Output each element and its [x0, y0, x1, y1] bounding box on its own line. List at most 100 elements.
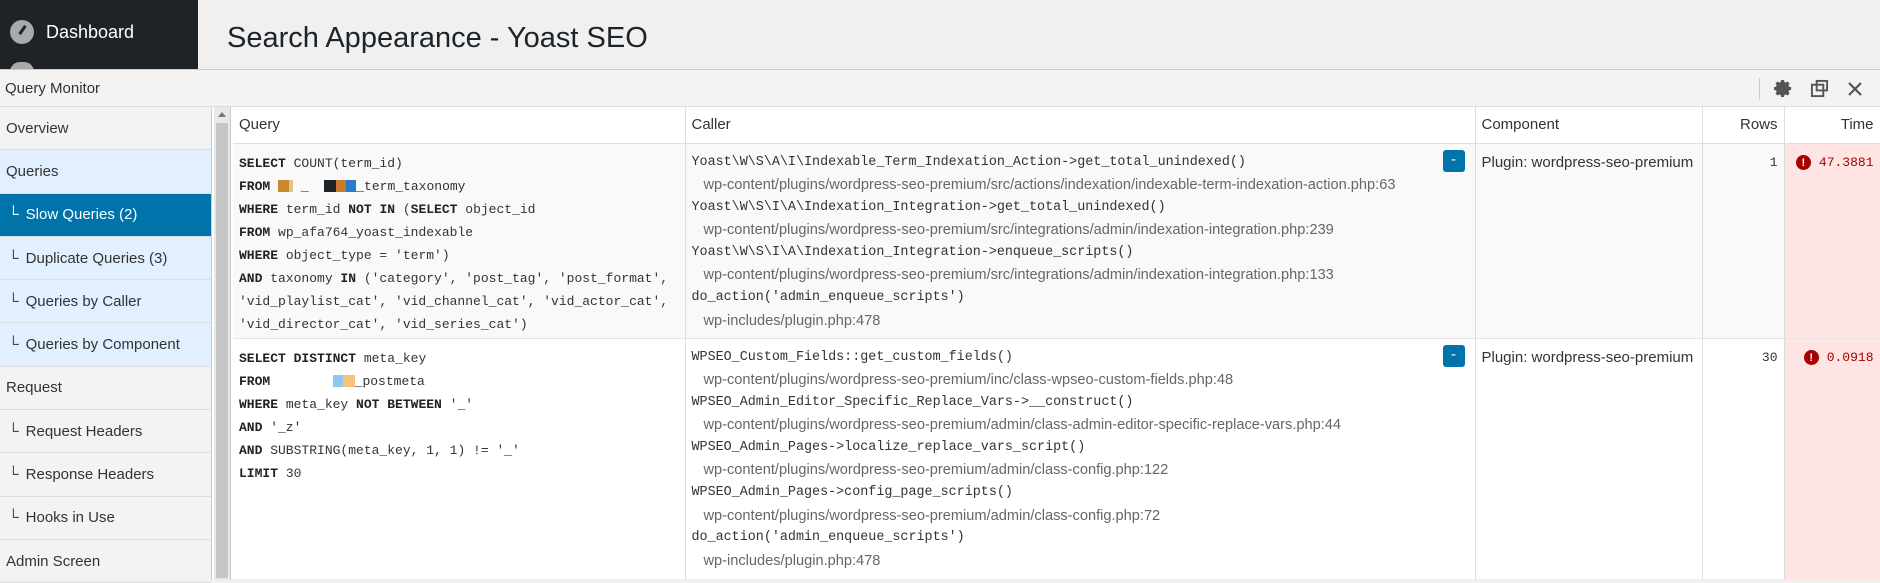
qm-title-bar: Query Monitor	[0, 70, 1880, 107]
redacted-block	[342, 375, 355, 388]
component-cell: Plugin: wordpress-seo-premium	[1475, 143, 1703, 339]
component-label: Plugin: wordpress-seo-premium	[1481, 153, 1694, 171]
nav-item-label: Response Headers	[25, 466, 155, 484]
toggle-caller-button[interactable]: -	[1442, 149, 1465, 172]
column-header-time[interactable]: Time	[1784, 107, 1880, 144]
nav-item-label: Request	[6, 379, 62, 397]
tree-branch-icon: └	[8, 336, 19, 354]
nav-item-admin-screen[interactable]: Admin Screen	[0, 540, 211, 583]
dashboard-icon	[10, 20, 34, 44]
time-cell: ! 0.0918	[1784, 338, 1880, 580]
component-label: Plugin: wordpress-seo-premium	[1481, 348, 1694, 366]
qm-controls	[1759, 70, 1880, 107]
caller-file-link[interactable]: wp-content/plugins/wordpress-seo-premium…	[692, 505, 1469, 528]
column-header-query[interactable]: Query	[233, 107, 686, 144]
nav-item-request[interactable]: Request	[0, 367, 211, 411]
time-value: 0.0918	[1826, 349, 1874, 365]
tree-branch-icon: └	[8, 292, 19, 310]
warning-icon: !	[1803, 350, 1819, 365]
nav-item-label: Admin Screen	[6, 552, 101, 570]
sql-line: AND '_z'	[239, 419, 302, 435]
sidebar-item-label: Dashboard	[46, 21, 135, 42]
nav-item-label: Duplicate Queries (3)	[25, 249, 168, 267]
page-title: Search Appearance - Yoast SEO	[227, 22, 648, 54]
wp-admin-header: Dashboard Search Appearance - Yoast SEO	[0, 0, 1880, 72]
toggle-caller-button[interactable]: -	[1442, 344, 1465, 367]
nav-item-slow-queries-2[interactable]: └ Slow Queries (2)	[0, 193, 211, 237]
sql-line: SELECT DISTINCT meta_key	[239, 350, 427, 366]
tree-branch-icon: └	[8, 249, 19, 267]
nav-item-label: Hooks in Use	[25, 509, 115, 527]
qm-nav: Overview Queries └ Slow Queries (2) └ Duplica…	[0, 107, 212, 583]
nav-item-queries-by-component[interactable]: └ Queries by Component	[0, 323, 211, 367]
tree-branch-icon: └	[8, 466, 19, 484]
query-monitor-panel: Query Monitor Overview Queries └ Slow Queri…	[0, 69, 1880, 583]
caller-file-link[interactable]: wp-includes/plugin.php:478	[692, 310, 1469, 333]
caller-function: Yoast\W\S\A\I\Indexable_Term_Indexation_…	[691, 154, 1246, 170]
caller-function: WPSEO_Admin_Pages->config_page_scripts()	[691, 485, 1013, 501]
redacted-block	[332, 375, 343, 388]
caller-cell: WPSEO_Custom_Fields::get_custom_fields()…	[685, 338, 1476, 580]
sql-line: WHERE meta_key NOT BETWEEN '_'	[239, 396, 474, 412]
nav-item-request-headers[interactable]: └ Request Headers	[0, 410, 211, 454]
caller-cell: Yoast\W\S\A\I\Indexable_Term_Indexation_…	[685, 143, 1476, 339]
sql-line: AND taxonomy IN ('category', 'post_tag',…	[239, 270, 676, 332]
nav-item-label: Queries	[6, 162, 59, 180]
tree-branch-icon: └	[8, 422, 19, 440]
sql-line: FROM _postmeta	[239, 373, 425, 389]
wp-admin-sidebar: Dashboard	[0, 0, 198, 72]
column-header-component[interactable]: Component	[1475, 107, 1703, 144]
caller-file-link[interactable]: wp-content/plugins/wordpress-seo-premium…	[692, 369, 1469, 392]
gear-icon[interactable]	[1772, 78, 1794, 100]
caller-stack: WPSEO_Custom_Fields::get_custom_fields()…	[692, 347, 1469, 573]
redacted-block	[346, 180, 357, 193]
warning-icon: !	[1795, 155, 1811, 170]
nav-item-response-headers[interactable]: └ Response Headers	[0, 453, 211, 497]
nav-item-label: Queries by Component	[25, 336, 180, 354]
component-cell: Plugin: wordpress-seo-premium	[1475, 338, 1703, 580]
caller-file-link[interactable]: wp-includes/plugin.php:478	[692, 550, 1469, 573]
redacted-block	[278, 180, 290, 193]
tree-branch-icon: └	[8, 206, 19, 224]
qm-title: Query Monitor	[5, 80, 101, 97]
scrollbar[interactable]	[214, 107, 231, 580]
query-cell: SELECT COUNT(term_id) FROM _ _term_taxon…	[233, 143, 686, 339]
column-header-rows[interactable]: Rows	[1702, 107, 1785, 144]
close-icon[interactable]	[1844, 78, 1866, 100]
nav-item-queries-by-caller[interactable]: └ Queries by Caller	[0, 280, 211, 324]
rows-value: 30	[1761, 349, 1778, 365]
nav-item-duplicate-queries-3[interactable]: └ Duplicate Queries (3)	[0, 236, 211, 281]
nav-item-label: Overview	[6, 119, 69, 137]
caller-function: WPSEO_Admin_Pages->localize_replace_vars…	[691, 439, 1086, 455]
caller-file-link[interactable]: wp-content/plugins/wordpress-seo-premium…	[692, 219, 1469, 242]
sql-line: FROM wp_afa764_yoast_indexable	[239, 224, 474, 240]
sql-line: FROM _ _term_taxonomy	[239, 178, 466, 194]
caller-file-link[interactable]: wp-content/plugins/wordpress-seo-premium…	[692, 264, 1469, 287]
scrollbar-thumb[interactable]	[216, 123, 228, 578]
nav-item-label: Slow Queries (2)	[25, 206, 138, 224]
time-cell: ! 47.3881	[1784, 143, 1880, 339]
rows-cell: 30	[1702, 338, 1785, 580]
caller-file-link[interactable]: wp-content/plugins/wordpress-seo-premium…	[692, 414, 1469, 437]
nav-item-queries[interactable]: Queries	[0, 150, 211, 194]
caller-file-link[interactable]: wp-content/plugins/wordpress-seo-premium…	[692, 174, 1469, 197]
nav-item-label: Queries by Caller	[25, 292, 142, 310]
sql-line: SELECT COUNT(term_id)	[239, 155, 403, 171]
sql-line: WHERE term_id NOT IN (SELECT object_id	[239, 201, 536, 217]
caller-function: Yoast\W\S\I\A\Indexation_Integration->en…	[691, 244, 1134, 260]
sql-line: AND SUBSTRING(meta_key, 1, 1) != '_'	[239, 442, 520, 458]
table-row: SELECT COUNT(term_id) FROM _ _term_taxon…	[233, 143, 1880, 339]
redacted-block	[289, 180, 294, 193]
popout-icon[interactable]	[1808, 78, 1830, 100]
sidebar-item-dashboard[interactable]: Dashboard	[10, 20, 134, 44]
caller-file-link[interactable]: wp-content/plugins/wordpress-seo-premium…	[692, 459, 1469, 482]
column-header-caller[interactable]: Caller	[685, 107, 1476, 144]
caller-function: WPSEO_Admin_Editor_Specific_Replace_Vars…	[691, 394, 1134, 410]
time-value: 47.3881	[1818, 154, 1874, 170]
sql-line: WHERE object_type = 'term')	[239, 247, 450, 263]
sql-line: LIMIT 30	[239, 465, 302, 481]
nav-item-hooks-in-use[interactable]: └ Hooks in Use	[0, 497, 211, 540]
scroll-up-icon[interactable]	[218, 112, 226, 117]
rows-value: 1	[1769, 154, 1778, 170]
nav-item-overview[interactable]: Overview	[0, 107, 211, 151]
